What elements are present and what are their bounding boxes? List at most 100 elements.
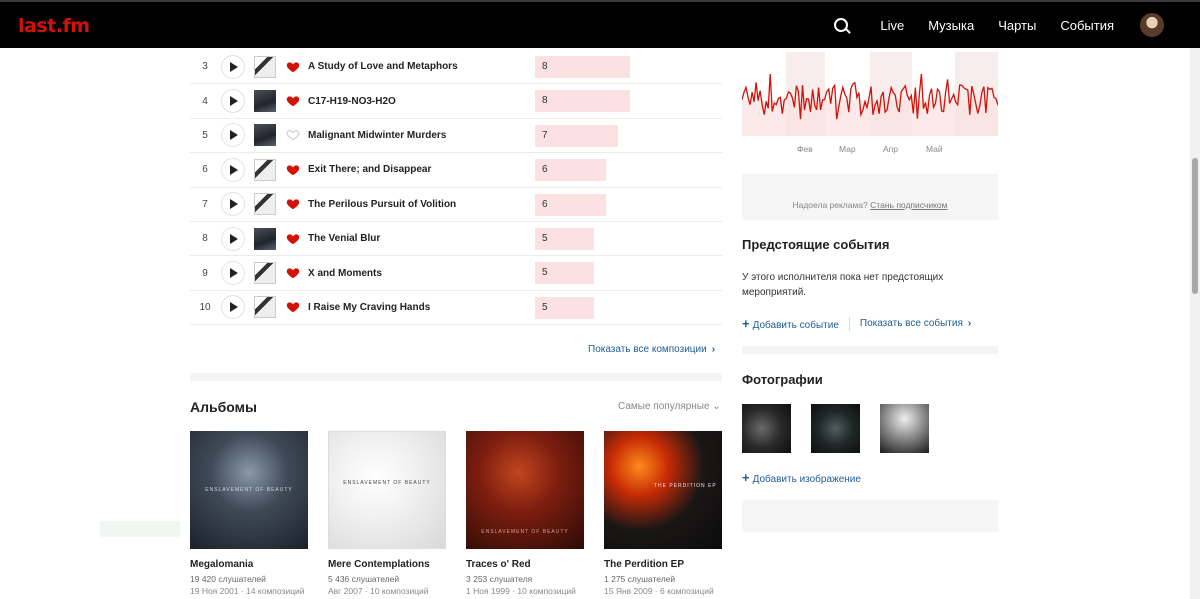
track-title[interactable]: The Venial Blur [308, 233, 526, 244]
track-cover[interactable] [254, 55, 276, 78]
album-card[interactable]: ENSLAVEMENT OF BEAUTY Traces o' Red 3 25… [466, 431, 584, 596]
scrollbar-thumb[interactable] [1192, 158, 1198, 294]
play-button[interactable] [221, 89, 245, 114]
heart-filled-icon[interactable] [286, 197, 300, 211]
track-title[interactable]: I Raise My Craving Hands [308, 302, 526, 313]
album-name[interactable]: The Perdition EP [604, 559, 722, 570]
all-events-label: Показать все события [859, 318, 963, 329]
play-icon [230, 302, 238, 313]
lastfm-logo[interactable]: last.fm [18, 15, 90, 37]
track-row[interactable]: 3 A Study of Love and Metaphors 8 [190, 50, 722, 85]
show-all-tracks-link[interactable]: Показать все композиции › [588, 344, 715, 355]
track-title[interactable]: Malignant Midwinter Murders [308, 130, 526, 141]
album-listeners: 19 420 слушателей [190, 574, 266, 584]
album-meta: 1 Ноя 1999 · 10 композиций [466, 586, 576, 596]
play-button[interactable] [221, 226, 245, 251]
show-all-tracks-label: Показать все композиции [588, 344, 707, 355]
track-row[interactable]: 10 I Raise My Craving Hands 5 [190, 291, 722, 326]
play-button[interactable] [221, 192, 245, 217]
scrobble-bar: 7 [535, 124, 618, 147]
track-rank: 5 [202, 129, 208, 141]
albums-sort-select[interactable]: Самые популярные ⌄ [618, 401, 721, 412]
section-divider [742, 346, 998, 354]
album-card[interactable]: THE PERDITION EP The Perdition EP 1 275 … [604, 431, 722, 596]
search-icon[interactable] [834, 18, 849, 32]
album-name[interactable]: Traces o' Red [466, 559, 584, 570]
play-button[interactable] [221, 261, 245, 286]
track-row[interactable]: 8 The Venial Blur 5 [190, 222, 722, 257]
artist-photo[interactable] [811, 404, 860, 453]
play-button[interactable] [221, 54, 245, 79]
main-nav: Live Музыка Чарты События [834, 2, 1164, 48]
scrobble-bar: 5 [535, 296, 594, 319]
album-listeners: 5 436 слушателей [328, 574, 400, 584]
heart-filled-icon[interactable] [286, 300, 300, 314]
track-cover[interactable] [254, 227, 276, 250]
track-row[interactable]: 9 X and Moments 5 [190, 256, 722, 291]
page-scrollbar[interactable] [1190, 48, 1200, 599]
nav-events[interactable]: События [1060, 18, 1114, 33]
play-button[interactable] [221, 295, 245, 320]
track-cover[interactable] [254, 158, 276, 181]
track-row[interactable]: 6 Exit There; and Disappear 6 [190, 153, 722, 188]
album-cover[interactable]: ENSLAVEMENT OF BEAUTY [190, 431, 308, 549]
heart-filled-icon[interactable] [286, 266, 300, 280]
album-cover[interactable]: ENSLAVEMENT OF BEAUTY [466, 431, 584, 549]
album-name[interactable]: Megalomania [190, 559, 308, 570]
add-event-link[interactable]: + Добавить событие [742, 316, 839, 331]
track-rank: 8 [202, 233, 208, 245]
track-rank: 4 [202, 95, 208, 107]
scrobble-bar: 6 [535, 193, 606, 216]
track-cover[interactable] [254, 90, 276, 113]
chevron-right-icon: › [967, 318, 972, 329]
track-title[interactable]: Exit There; and Disappear [308, 164, 526, 175]
track-row[interactable]: 5 Malignant Midwinter Murders 7 [190, 119, 722, 154]
track-rank: 10 [199, 301, 211, 313]
chevron-right-icon: › [711, 344, 716, 355]
ad-box [742, 500, 998, 532]
track-row[interactable]: 7 The Perilous Pursuit of Volition 6 [190, 188, 722, 222]
track-title[interactable]: A Study of Love and Metaphors [308, 61, 526, 72]
scrobble-bar: 8 [535, 90, 630, 113]
track-cover[interactable] [254, 193, 276, 216]
subscribe-link[interactable]: Стань подписчиком [870, 200, 947, 210]
heart-filled-icon[interactable] [286, 94, 300, 108]
track-title[interactable]: X and Moments [308, 268, 526, 279]
album-card[interactable]: ENSLAVEMENT OF BEAUTY Megalomania 19 420… [190, 431, 308, 596]
track-cover[interactable] [254, 124, 276, 147]
track-list: 3 A Study of Love and Metaphors 8 4 C17-H19-… [190, 50, 722, 326]
album-cover[interactable]: THE PERDITION EP [604, 431, 722, 549]
track-title[interactable]: C17-H19-NO3-H2O [308, 96, 526, 107]
nav-charts[interactable]: Чарты [998, 18, 1036, 33]
album-cover[interactable]: ENSLAVEMENT OF BEAUTY [328, 431, 446, 549]
track-cover[interactable] [254, 262, 276, 285]
add-event-label: Добавить событие [752, 320, 839, 331]
track-cover[interactable] [254, 296, 276, 319]
artist-photo[interactable] [880, 404, 929, 453]
track-rank: 7 [202, 198, 208, 210]
track-row[interactable]: 4 C17-H19-NO3-H2O 8 [190, 84, 722, 119]
play-icon [230, 96, 238, 107]
play-icon [230, 199, 238, 210]
user-avatar[interactable] [1140, 13, 1164, 37]
play-icon [230, 61, 238, 72]
track-title[interactable]: The Perilous Pursuit of Volition [308, 199, 526, 210]
heart-outline-icon[interactable] [286, 128, 300, 142]
plus-icon: + [742, 470, 750, 485]
nav-live[interactable]: Live [880, 18, 904, 33]
play-button[interactable] [221, 123, 245, 148]
heart-filled-icon[interactable] [286, 232, 300, 246]
artist-photo[interactable] [742, 404, 791, 453]
play-icon [230, 130, 238, 141]
section-divider [190, 373, 722, 381]
all-events-link[interactable]: Показать все события › [860, 318, 971, 329]
heart-filled-icon[interactable] [286, 163, 300, 177]
album-card[interactable]: ENSLAVEMENT OF BEAUTY Mere Contemplation… [328, 431, 446, 596]
add-image-link[interactable]: + Добавить изображение [742, 470, 861, 485]
album-name[interactable]: Mere Contemplations [328, 559, 446, 570]
heart-filled-icon[interactable] [286, 60, 300, 74]
play-button[interactable] [221, 157, 245, 182]
nav-music[interactable]: Музыка [928, 18, 974, 33]
chart-month-label: Май [926, 144, 943, 154]
ad-text: Надоела реклама? Стань подписчиком [742, 200, 998, 210]
